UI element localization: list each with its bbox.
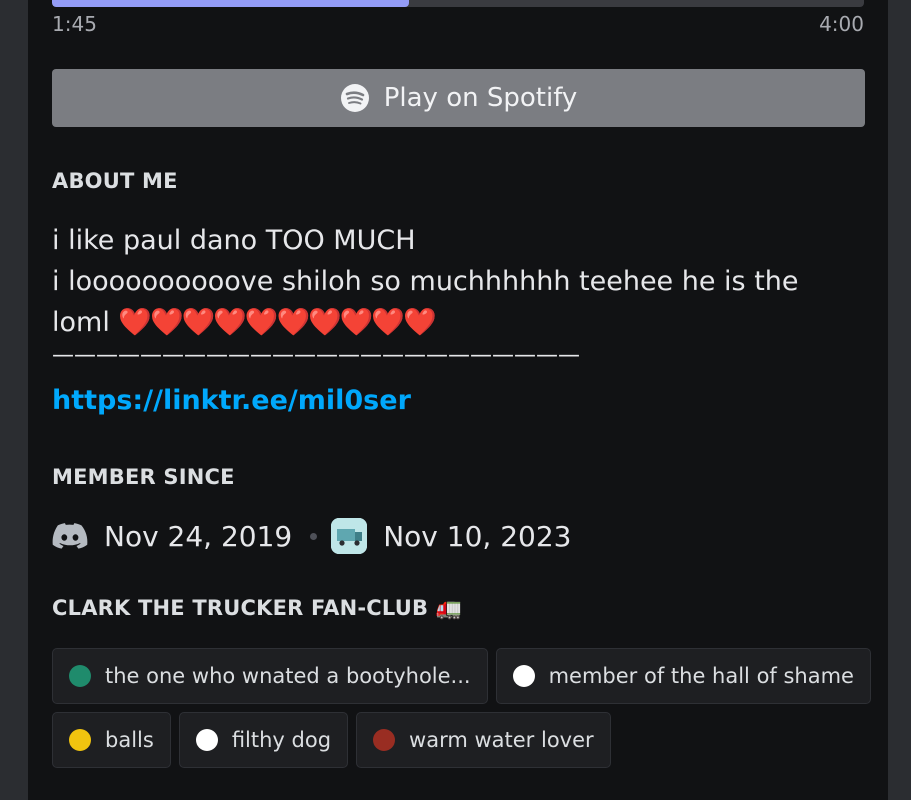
about-line-2: i loooooooooove shiloh so muchhhhhh teeh… — [52, 266, 799, 297]
role-color-dot — [69, 729, 91, 751]
role-color-dot — [69, 665, 91, 687]
role-name: warm water lover — [409, 728, 594, 752]
role-name: member of the hall of shame — [548, 664, 854, 688]
role-pill[interactable]: balls — [52, 712, 171, 768]
role-pill[interactable]: member of the hall of shame — [495, 648, 871, 704]
song-progress-fill — [52, 0, 410, 7]
roles-list: the one who wnated a bootyhole... member… — [52, 648, 871, 776]
about-me-heading: ABOUT ME — [52, 169, 178, 193]
server-name-heading: CLARK THE TRUCKER FAN-CLUB 🚛 — [52, 596, 463, 620]
about-line-3: loml ❤️❤️❤️❤️❤️❤️❤️❤️❤️❤️ — [52, 302, 852, 343]
role-pill[interactable]: the one who wnated a bootyhole... — [52, 648, 488, 704]
profile-window: 1:45 4:00 Play on Spotify ABOUT ME i lik… — [0, 0, 911, 800]
about-divider: ———————————————————————— — [52, 343, 580, 368]
hearts-emoji: ❤️❤️❤️❤️❤️❤️❤️❤️❤️❤️ — [118, 307, 436, 338]
role-color-dot — [512, 665, 535, 687]
song-progress-bar[interactable] — [52, 0, 864, 7]
role-pill[interactable]: warm water lover — [356, 712, 611, 768]
member-since-heading: MEMBER SINCE — [52, 465, 235, 489]
discord-member-date: Nov 24, 2019 — [104, 519, 293, 553]
play-on-spotify-button[interactable]: Play on Spotify — [52, 69, 865, 127]
separator-dot — [310, 532, 318, 540]
role-name: balls — [105, 728, 154, 752]
elapsed-time: 1:45 — [52, 12, 97, 36]
discord-icon — [52, 523, 88, 549]
about-line-1: i like paul dano TOO MUCH — [52, 225, 416, 256]
role-pill[interactable]: filthy dog — [178, 712, 349, 768]
spotify-icon — [340, 84, 369, 112]
about-line-3-text: loml — [52, 307, 110, 338]
duration-time: 4:00 — [819, 12, 864, 36]
linktree-link[interactable]: https://linktr.ee/mil0ser — [52, 385, 411, 416]
role-name: filthy dog — [231, 728, 332, 752]
spotify-button-label: Play on Spotify — [383, 83, 578, 113]
role-color-dot — [373, 729, 396, 751]
server-member-date: Nov 10, 2023 — [383, 519, 572, 553]
server-icon — [331, 518, 368, 554]
member-since-row: Nov 24, 2019 Nov 10, 2023 — [52, 514, 571, 558]
role-name: the one who wnated a bootyhole... — [105, 664, 471, 688]
role-color-dot — [195, 729, 218, 751]
about-me-text: i like paul dano TOO MUCH i loooooooooov… — [52, 220, 852, 369]
profile-panel: 1:45 4:00 Play on Spotify ABOUT ME i lik… — [28, 0, 888, 800]
